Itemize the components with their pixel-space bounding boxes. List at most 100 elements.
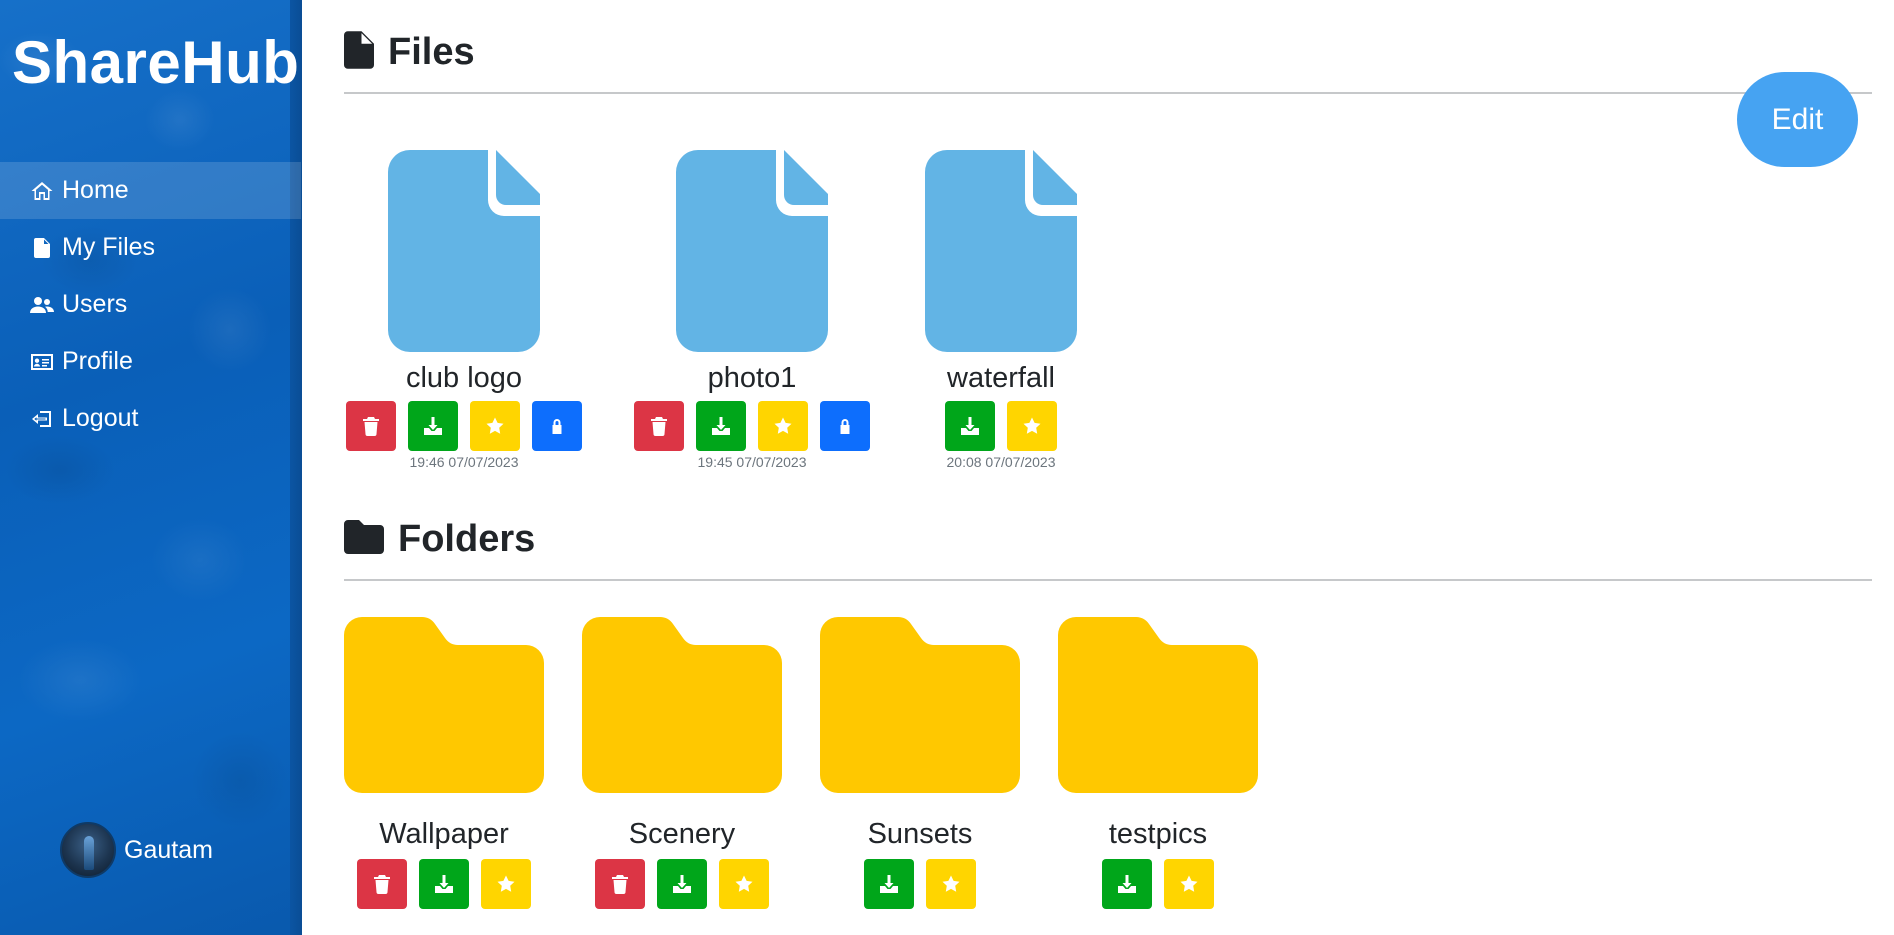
folder-name[interactable]: Wallpaper [379,818,508,851]
favorite-button[interactable] [926,859,976,909]
file-actions [945,401,1057,451]
download-icon [673,875,691,893]
sidebar-item-users[interactable]: Users [0,276,301,333]
folder-actions [595,859,769,909]
sidebar: ShareHub Home My Files Users Profile Log… [0,0,302,935]
folder-name[interactable]: testpics [1109,818,1207,851]
download-icon [961,417,979,435]
trash-icon [374,875,390,894]
lock-icon [552,419,562,434]
id-card-icon [30,350,54,374]
file-name[interactable]: photo1 [708,362,797,395]
download-button[interactable] [419,859,469,909]
file-name[interactable]: waterfall [947,362,1055,395]
sidebar-item-label: Logout [62,404,139,432]
folder-icon[interactable] [820,617,1020,798]
files-divider [344,92,1872,94]
username: Gautam [124,835,213,864]
file-icon[interactable] [925,150,1077,357]
lock-button[interactable] [820,401,870,451]
folder-icon[interactable] [344,617,544,798]
download-icon [880,875,898,893]
folder-actions [357,859,531,909]
logout-icon [30,407,54,431]
file-timestamp: 20:08 07/07/2023 [946,454,1056,470]
folder-actions [1102,859,1214,909]
download-button[interactable] [408,401,458,451]
sidebar-item-my-files[interactable]: My Files [0,219,301,276]
folders-header: Folders [344,518,535,561]
sidebar-item-logout[interactable]: Logout [0,390,301,447]
house-icon [30,179,54,203]
favorite-button[interactable] [1007,401,1057,451]
folder-item[interactable]: testpics [1058,617,1258,909]
delete-button[interactable] [357,859,407,909]
trash-icon [651,417,667,436]
download-icon [435,875,453,893]
file-icon [344,31,374,74]
file-icon[interactable] [676,150,828,357]
file-timestamp: 19:46 07/07/2023 [409,454,519,470]
favorite-button[interactable] [1164,859,1214,909]
folder-item[interactable]: Wallpaper [344,617,544,909]
sidebar-item-label: My Files [62,233,156,261]
app-brand[interactable]: ShareHub [12,28,299,97]
delete-button[interactable] [595,859,645,909]
download-button[interactable] [657,859,707,909]
sidebar-item-profile[interactable]: Profile [0,333,301,390]
star-icon [1023,417,1041,434]
star-icon [942,875,960,892]
download-icon [1118,875,1136,893]
folder-item[interactable]: Scenery [582,617,782,909]
folder-item[interactable]: Sunsets [820,617,1020,909]
lock-button[interactable] [532,401,582,451]
sidebar-item-label: Users [62,290,128,318]
folder-icon [344,520,384,559]
delete-button[interactable] [634,401,684,451]
download-button[interactable] [696,401,746,451]
download-icon [424,417,442,435]
star-icon [497,875,515,892]
download-button[interactable] [1102,859,1152,909]
file-item[interactable]: club logo 19:46 07/07/2023 [344,150,584,470]
file-item[interactable]: waterfall 20:08 07/07/2023 [922,150,1080,470]
folder-icon[interactable] [582,617,782,798]
folders-title: Folders [398,518,536,560]
file-item[interactable]: photo1 19:45 07/07/2023 [632,150,872,470]
current-user[interactable]: Gautam [60,822,213,878]
favorite-button[interactable] [470,401,520,451]
file-actions [346,401,582,451]
folder-name[interactable]: Scenery [629,818,735,851]
favorite-button[interactable] [481,859,531,909]
download-icon [712,417,730,435]
download-button[interactable] [945,401,995,451]
folders-divider [344,579,1872,581]
file-name[interactable]: club logo [406,362,522,395]
favorite-button[interactable] [758,401,808,451]
file-icon[interactable] [388,150,540,357]
edit-button[interactable]: Edit [1737,72,1858,167]
sidebar-nav: Home My Files Users Profile Logout [0,162,301,447]
favorite-button[interactable] [719,859,769,909]
file-icon [30,236,54,260]
download-button[interactable] [864,859,914,909]
files-header: Files [344,31,475,74]
sidebar-item-label: Profile [62,347,133,375]
delete-button[interactable] [346,401,396,451]
file-timestamp: 19:45 07/07/2023 [697,454,807,470]
trash-icon [612,875,628,894]
main-content: Files Edit club logo 19:46 07/07/2023 ph… [302,0,1894,935]
avatar[interactable] [60,822,116,878]
folder-name[interactable]: Sunsets [868,818,973,851]
folder-icon[interactable] [1058,617,1258,798]
lock-icon [840,419,850,434]
users-icon [30,293,54,317]
star-icon [774,417,792,434]
trash-icon [363,417,379,436]
star-icon [1180,875,1198,892]
sidebar-item-home[interactable]: Home [0,162,301,219]
sidebar-edge [290,0,302,935]
folder-actions [864,859,976,909]
file-actions [634,401,870,451]
star-icon [735,875,753,892]
